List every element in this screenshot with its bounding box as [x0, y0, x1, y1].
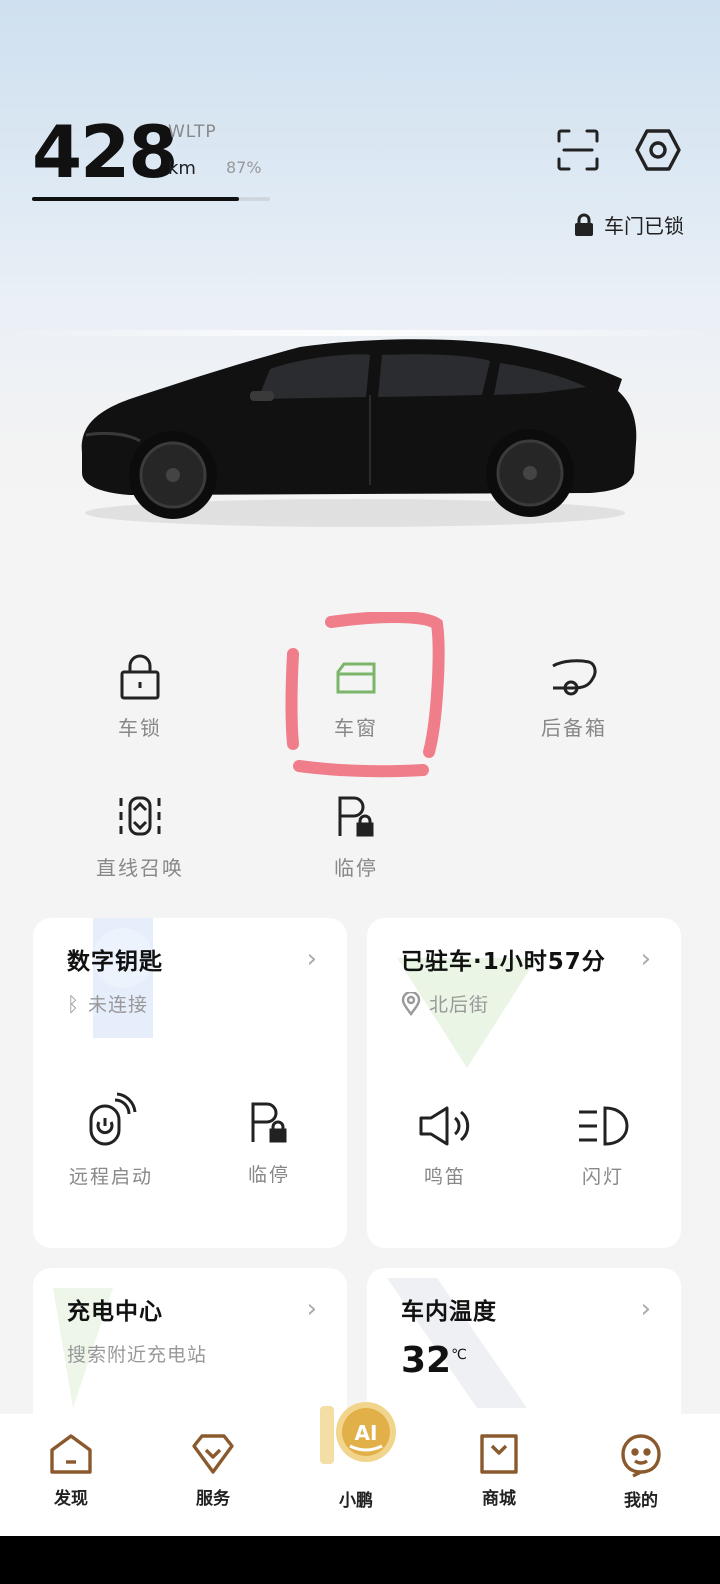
remote-start-icon — [89, 1092, 137, 1146]
flash-lights-button[interactable]: 闪灯 — [543, 1104, 663, 1189]
location-pin-icon — [401, 991, 421, 1016]
cabin-temp-unit: ℃ — [451, 1347, 467, 1363]
summon-icon — [119, 796, 161, 836]
quick-lock-label: 车锁 — [118, 716, 162, 740]
bluetooth-icon: ᛒ — [67, 991, 80, 1016]
tab-discover[interactable]: 发现 — [21, 1432, 121, 1509]
shop-icon — [480, 1434, 518, 1474]
range-standard: WLTP — [168, 122, 217, 142]
charging-title: 充电中心 — [67, 1299, 163, 1325]
horn-label: 鸣笛 — [423, 1166, 466, 1188]
parking-icon — [251, 1102, 287, 1143]
battery-bar — [32, 197, 270, 201]
cabin-temp-value: 32℃ — [401, 1340, 467, 1381]
chevron-right-icon[interactable]: › — [641, 944, 651, 974]
digital-key-card[interactable]: 数字钥匙 › ᛒ 未连接 远程启动 临停 — [33, 918, 347, 1248]
quick-summon-label: 直线召唤 — [96, 856, 184, 880]
cabin-temp-title: 车内温度 — [401, 1299, 497, 1325]
tab-service[interactable]: 服务 — [163, 1432, 263, 1509]
digital-key-title: 数字钥匙 — [67, 949, 163, 975]
quick-lock[interactable]: 车锁 — [50, 654, 230, 741]
range-value: 428 — [32, 110, 178, 194]
quick-trunk-label: 后备箱 — [541, 716, 607, 740]
remote-start-label: 远程启动 — [68, 1166, 153, 1188]
range-unit: km — [168, 158, 196, 179]
home-icon — [50, 1434, 92, 1474]
tab-xpeng[interactable]: 小鹏 — [306, 1478, 406, 1511]
quick-parking[interactable]: 临停 — [266, 792, 446, 881]
scan-icon[interactable] — [556, 128, 600, 172]
quick-summon[interactable]: 直线召唤 — [50, 792, 230, 881]
profile-icon — [621, 1434, 661, 1478]
digital-key-status: ᛒ 未连接 — [67, 990, 148, 1017]
trunk-icon — [552, 659, 597, 696]
parked-location: 北后街 — [401, 990, 489, 1017]
ai-icon[interactable]: AI — [310, 1398, 406, 1468]
lock-icon — [575, 213, 593, 236]
quick-parking-label: 临停 — [334, 856, 378, 880]
battery-percent: 87% — [226, 158, 262, 177]
horn-button[interactable]: 鸣笛 — [385, 1104, 505, 1189]
service-icon — [192, 1434, 234, 1474]
flash-lights-label: 闪灯 — [581, 1166, 624, 1188]
quick-trunk[interactable]: 后备箱 — [484, 654, 664, 741]
chevron-right-icon[interactable]: › — [307, 944, 317, 974]
tab-profile[interactable]: 我的 — [591, 1432, 691, 1511]
battery-bar-fill — [32, 197, 240, 201]
car-image — [81, 339, 637, 527]
parked-title: 已驻车·1小时57分 — [401, 949, 606, 975]
tab-shop-label: 商城 — [482, 1489, 516, 1509]
door-lock-status: 车门已锁 — [574, 210, 684, 239]
parked-card[interactable]: 已驻车·1小时57分 › 北后街 鸣笛 闪灯 — [367, 918, 681, 1248]
range-display: 428 WLTP km 87% — [32, 110, 262, 194]
parking-button[interactable]: 临停 — [209, 1098, 329, 1187]
remote-start-button[interactable]: 远程启动 — [51, 1092, 171, 1189]
parking-icon — [338, 796, 374, 837]
ai-badge-text: AI — [355, 1421, 378, 1445]
tab-profile-label: 我的 — [624, 1491, 658, 1511]
highlight-annotation — [285, 612, 445, 778]
charging-subtitle: 搜索附近充电站 — [67, 1344, 208, 1366]
cabin-temp-number: 32 — [401, 1340, 452, 1381]
tab-discover-label: 发现 — [54, 1489, 88, 1509]
digital-key-status-text: 未连接 — [88, 994, 149, 1016]
chevron-right-icon[interactable]: › — [641, 1294, 651, 1324]
headlight-icon — [579, 1106, 629, 1146]
chevron-right-icon[interactable]: › — [307, 1294, 317, 1324]
parking-label: 临停 — [247, 1164, 290, 1186]
tab-shop[interactable]: 商城 — [449, 1432, 549, 1509]
parked-location-text: 北后街 — [429, 994, 490, 1016]
tab-service-label: 服务 — [196, 1489, 230, 1509]
tab-xpeng-label: 小鹏 — [339, 1491, 373, 1511]
system-nav-bar — [0, 1536, 720, 1584]
lock-status-text: 车门已锁 — [604, 214, 684, 238]
lock-icon — [120, 654, 160, 700]
horn-icon — [419, 1106, 470, 1146]
settings-icon[interactable] — [634, 126, 682, 174]
